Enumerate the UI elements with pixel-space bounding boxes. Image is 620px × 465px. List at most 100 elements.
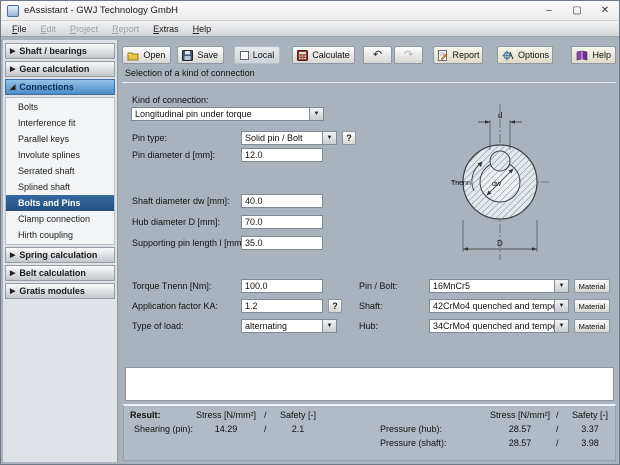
window-title: eAssistant - GWJ Technology GmbH xyxy=(24,5,178,16)
chevron-down-icon[interactable]: ▼ xyxy=(554,319,569,333)
application-factor-help-button[interactable]: ? xyxy=(328,299,342,313)
main-area: ▶ Shaft / bearings ▶ Gear calculation ◢ … xyxy=(1,38,620,465)
pressure-shaft-label: Pressure (shaft): xyxy=(380,438,447,448)
menu-file[interactable]: File xyxy=(5,23,34,35)
chevron-down-icon[interactable]: ▼ xyxy=(322,319,337,333)
calculator-icon xyxy=(297,50,308,61)
menu-extras[interactable]: Extras xyxy=(146,23,186,35)
report-document-icon xyxy=(437,50,448,61)
local-checkbox[interactable] xyxy=(240,51,249,60)
options-button[interactable]: Options xyxy=(497,46,553,64)
calculate-button-label: Calculate xyxy=(312,50,350,60)
content-area: Open Save Local Calculate ↶ xyxy=(120,40,619,464)
type-of-load-value: alternating xyxy=(241,319,322,333)
diagram-label-dw: dw xyxy=(492,181,502,188)
pin-diameter-input[interactable] xyxy=(241,148,323,162)
shaft-material-value: 42CrMo4 quenched and tempered xyxy=(429,299,554,313)
pin-bolt-material-select[interactable]: 16MnCr5 ▼ xyxy=(429,279,569,293)
torque-label: Torque Tnenn [Nm]: xyxy=(132,281,211,291)
pin-length-input[interactable] xyxy=(241,236,323,250)
redo-icon: ↷ xyxy=(404,50,413,61)
help-button-label: Help xyxy=(592,50,611,60)
result-title: Result: xyxy=(130,410,161,420)
shaft-diameter-input[interactable] xyxy=(241,194,323,208)
hub-material-select[interactable]: 34CrMo4 quenched and tempered ▼ xyxy=(429,319,569,333)
sidebar-item-clamp-connection[interactable]: Clamp connection xyxy=(6,211,114,227)
title-bar: eAssistant - GWJ Technology GmbH – ▢ ✕ xyxy=(1,1,619,21)
toolbar: Open Save Local Calculate ↶ xyxy=(122,44,616,66)
chevron-right-icon: ▶ xyxy=(10,269,15,277)
sidebar-header-belt-calculation[interactable]: ▶ Belt calculation xyxy=(5,265,115,281)
kind-of-connection-select[interactable]: Longitudinal pin under torque ▼ xyxy=(131,107,324,121)
pin-material-button[interactable]: Material xyxy=(574,279,610,293)
sidebar-item-splined-shaft[interactable]: Splined shaft xyxy=(6,179,114,195)
pressure-shaft-stress: 28.57 xyxy=(490,438,550,448)
sidebar-item-parallel-keys[interactable]: Parallel keys xyxy=(6,131,114,147)
type-of-load-select[interactable]: alternating ▼ xyxy=(241,319,337,333)
sidebar-header-label: Connections xyxy=(19,82,74,92)
options-button-label: Options xyxy=(518,50,549,60)
undo-button[interactable]: ↶ xyxy=(363,46,392,64)
pin-type-select[interactable]: Solid pin / Bolt ▼ xyxy=(241,131,337,145)
sidebar-item-involute-splines[interactable]: Involute splines xyxy=(6,147,114,163)
stress-header-right: Stress [N/mm²] xyxy=(490,410,550,420)
chevron-right-icon: ▶ xyxy=(10,251,15,259)
shaft-material-button[interactable]: Material xyxy=(574,299,610,313)
open-folder-icon xyxy=(127,50,139,61)
app-icon xyxy=(7,5,19,17)
message-box xyxy=(125,367,614,401)
sidebar-item-interference-fit[interactable]: Interference fit xyxy=(6,115,114,131)
options-tools-icon xyxy=(502,50,514,61)
chevron-expanded-icon: ◢ xyxy=(10,83,15,91)
close-button[interactable]: ✕ xyxy=(591,1,619,20)
sidebar-header-shaft-bearings[interactable]: ▶ Shaft / bearings xyxy=(5,43,115,59)
sidebar-header-label: Gratis modules xyxy=(19,286,85,296)
application-factor-input[interactable] xyxy=(241,299,323,313)
pin-type-value: Solid pin / Bolt xyxy=(241,131,322,145)
sidebar-header-gratis-modules[interactable]: ▶ Gratis modules xyxy=(5,283,115,299)
report-button[interactable]: Report xyxy=(433,46,483,64)
chevron-down-icon[interactable]: ▼ xyxy=(554,299,569,313)
sidebar-header-spring-calculation[interactable]: ▶ Spring calculation xyxy=(5,247,115,263)
hub-diameter-input[interactable] xyxy=(241,215,323,229)
sidebar-item-hirth-coupling[interactable]: Hirth coupling xyxy=(6,227,114,243)
chevron-down-icon[interactable]: ▼ xyxy=(309,107,324,121)
chevron-down-icon[interactable]: ▼ xyxy=(322,131,337,145)
redo-button: ↷ xyxy=(394,46,423,64)
save-disk-icon xyxy=(182,50,193,61)
open-button-label: Open xyxy=(143,50,165,60)
pin-connection-diagram: d dw Tnenn D xyxy=(450,92,550,264)
sidebar: ▶ Shaft / bearings ▶ Gear calculation ◢ … xyxy=(3,40,118,462)
menu-report: Report xyxy=(105,23,146,35)
torque-input[interactable] xyxy=(241,279,323,293)
sidebar-item-bolts-and-pins[interactable]: Bolts and Pins xyxy=(6,195,114,211)
calculate-button[interactable]: Calculate xyxy=(292,46,355,64)
open-button[interactable]: Open xyxy=(122,46,171,64)
pin-type-help-button[interactable]: ? xyxy=(342,131,356,145)
kind-of-connection-value: Longitudinal pin under torque xyxy=(131,107,309,121)
sidebar-item-bolts[interactable]: Bolts xyxy=(6,99,114,115)
pin-bolt-material-value: 16MnCr5 xyxy=(429,279,554,293)
type-of-load-label: Type of load: xyxy=(132,321,184,331)
help-button[interactable]: Help xyxy=(571,46,616,64)
pressure-hub-stress: 28.57 xyxy=(490,424,550,434)
minimize-button[interactable]: – xyxy=(535,1,563,20)
save-button[interactable]: Save xyxy=(177,46,224,64)
local-checkbox-group[interactable]: Local xyxy=(234,46,281,64)
pin-length-label: Supporting pin length l [mm]: xyxy=(132,238,247,248)
section-title: Selection of a kind of connection xyxy=(122,68,616,83)
shaft-diameter-label: Shaft diameter dw [mm]: xyxy=(132,196,230,206)
sidebar-header-label: Shaft / bearings xyxy=(19,46,87,56)
undo-icon: ↶ xyxy=(373,50,382,61)
menu-help[interactable]: Help xyxy=(186,23,219,35)
sidebar-item-serrated-shaft[interactable]: Serrated shaft xyxy=(6,163,114,179)
chevron-down-icon[interactable]: ▼ xyxy=(554,279,569,293)
shaft-material-select[interactable]: 42CrMo4 quenched and tempered ▼ xyxy=(429,299,569,313)
maximize-button[interactable]: ▢ xyxy=(563,1,591,20)
chevron-right-icon: ▶ xyxy=(10,47,15,55)
sidebar-header-gear-calculation[interactable]: ▶ Gear calculation xyxy=(5,61,115,77)
hub-material-button[interactable]: Material xyxy=(574,319,610,333)
shearing-pin-stress: 14.29 xyxy=(196,424,256,434)
sidebar-header-connections[interactable]: ◢ Connections xyxy=(5,79,115,95)
pin-bolt-material-label: Pin / Bolt: xyxy=(359,281,398,291)
